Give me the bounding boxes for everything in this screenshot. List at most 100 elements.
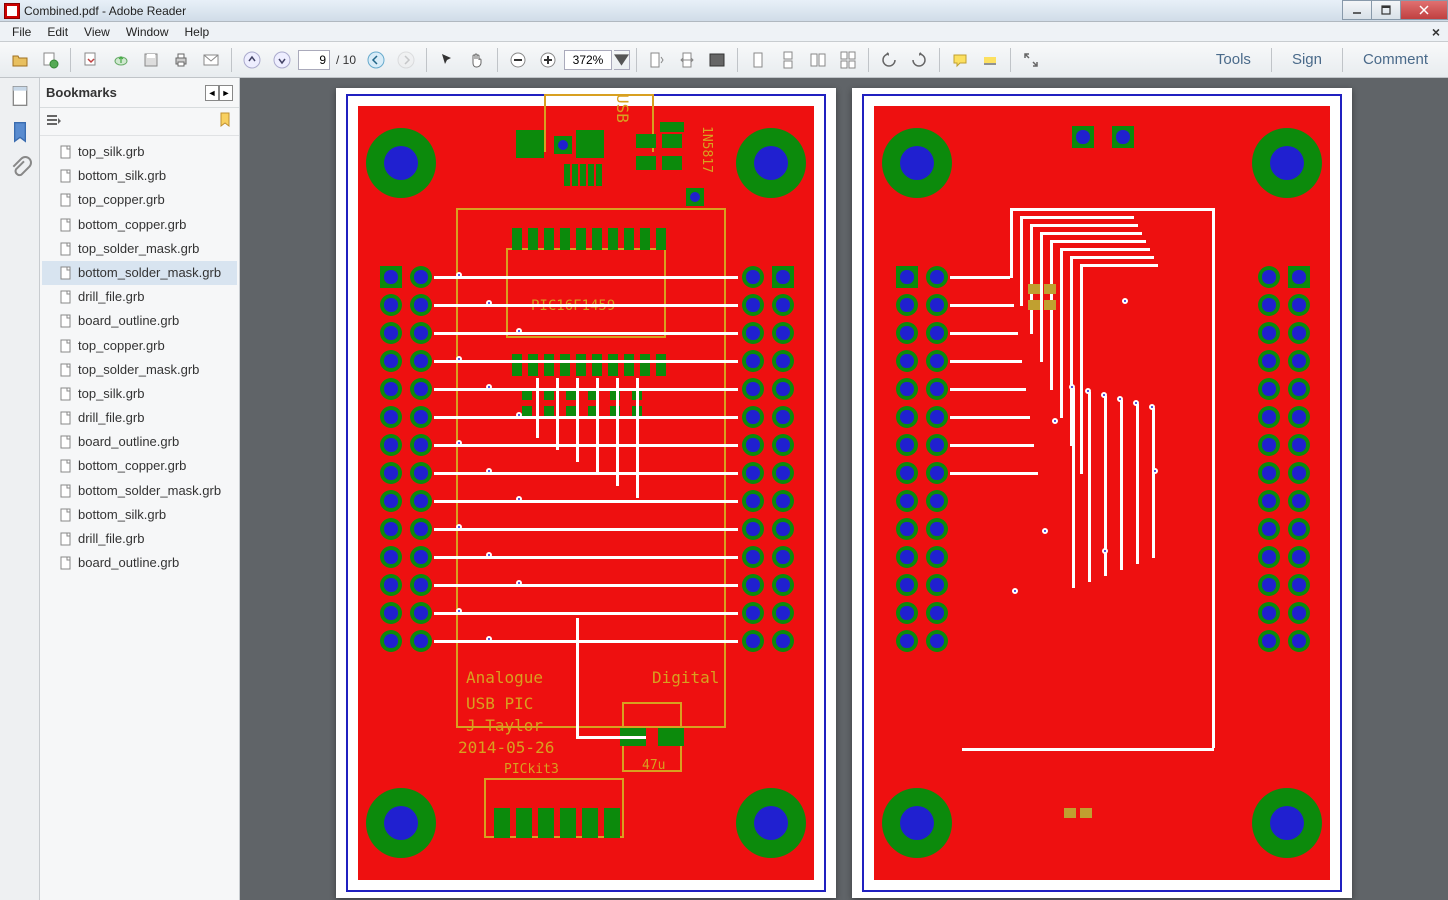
print-button[interactable] [167, 46, 195, 74]
bookmark-label: bottom_copper.grb [78, 457, 186, 475]
bookmark-item[interactable]: board_outline.grb [42, 551, 237, 575]
menu-help[interactable]: Help [177, 23, 218, 41]
bookmark-label: top_silk.grb [78, 385, 144, 403]
cloud-button[interactable] [107, 46, 135, 74]
bookmark-item[interactable]: top_silk.grb [42, 382, 237, 406]
sign-button[interactable]: Sign [1278, 47, 1336, 72]
bookmark-item[interactable]: bottom_solder_mask.grb [42, 479, 237, 503]
fit-page-button[interactable] [643, 46, 671, 74]
bookmark-label: top_silk.grb [78, 143, 144, 161]
read-mode-button[interactable] [1017, 46, 1045, 74]
rotate-ccw-button[interactable] [875, 46, 903, 74]
bookmark-label: drill_file.grb [78, 530, 144, 548]
menu-file[interactable]: File [4, 23, 39, 41]
bookmark-item[interactable]: drill_file.grb [42, 527, 237, 551]
bookmark-label: bottom_solder_mask.grb [78, 482, 221, 500]
menu-edit[interactable]: Edit [39, 23, 76, 41]
nav-back-button[interactable] [362, 46, 390, 74]
bookmark-label: top_solder_mask.grb [78, 361, 199, 379]
bookmark-item[interactable]: top_solder_mask.grb [42, 237, 237, 261]
menu-window[interactable]: Window [118, 23, 177, 41]
bookmarks-prev-button[interactable]: ◄ [205, 85, 219, 101]
bookmarks-toolbar [40, 108, 239, 136]
prev-page-button[interactable] [238, 46, 266, 74]
select-tool-button[interactable] [433, 46, 461, 74]
bookmark-item[interactable]: bottom_solder_mask.grb [42, 261, 237, 285]
sticky-note-button[interactable] [946, 46, 974, 74]
hand-tool-button[interactable] [463, 46, 491, 74]
maximize-button[interactable] [1371, 0, 1401, 20]
bookmark-item[interactable]: bottom_silk.grb [42, 164, 237, 188]
bookmark-label: bottom_copper.grb [78, 216, 186, 234]
zoom-dropdown-button[interactable] [614, 50, 630, 70]
bookmark-label: bottom_silk.grb [78, 506, 166, 524]
silk-pickit: PICkit3 [504, 762, 559, 777]
close-button[interactable] [1400, 0, 1448, 20]
open-button[interactable] [6, 46, 34, 74]
zoom-input[interactable] [564, 50, 612, 70]
single-page-button[interactable] [744, 46, 772, 74]
bookmark-item[interactable]: drill_file.grb [42, 285, 237, 309]
window-controls [1343, 0, 1448, 21]
silk-diode: 1N5817 [699, 126, 714, 173]
attachments-icon[interactable] [8, 156, 32, 180]
create-pdf-button[interactable] [36, 46, 64, 74]
menubar: File Edit View Window Help × [0, 22, 1448, 42]
bookmarks-options-button[interactable] [46, 112, 62, 131]
comment-button[interactable]: Comment [1349, 47, 1442, 72]
silk-analogue: Analogue [466, 668, 543, 687]
bookmarks-list[interactable]: top_silk.grb bottom_silk.grb top_copper.gr… [40, 136, 239, 900]
bookmark-label: drill_file.grb [78, 288, 144, 306]
fit-width-button[interactable] [673, 46, 701, 74]
bookmarks-icon[interactable] [8, 120, 32, 144]
pdf-page-9: USB 1N5817 PIC16F1459 [336, 88, 836, 898]
save-button[interactable] [77, 46, 105, 74]
bookmark-item[interactable]: bottom_copper.grb [42, 213, 237, 237]
save-as-button[interactable] [137, 46, 165, 74]
scrolling-button[interactable] [774, 46, 802, 74]
titlebar: Combined.pdf - Adobe Reader [0, 0, 1448, 22]
rotate-cw-button[interactable] [905, 46, 933, 74]
bookmark-item[interactable]: bottom_silk.grb [42, 503, 237, 527]
bookmarks-title: Bookmarks [46, 85, 205, 100]
bookmark-item[interactable]: top_solder_mask.grb [42, 358, 237, 382]
zoom-out-button[interactable] [504, 46, 532, 74]
new-bookmark-button[interactable] [217, 112, 233, 131]
highlight-button[interactable] [976, 46, 1004, 74]
email-button[interactable] [197, 46, 225, 74]
next-page-button[interactable] [268, 46, 296, 74]
silk-title: USB PIC [466, 694, 533, 713]
silk-author: J Taylor [466, 716, 543, 735]
menu-view[interactable]: View [76, 23, 118, 41]
bookmarks-header: Bookmarks ◄ ► [40, 78, 239, 108]
zoom-in-button[interactable] [534, 46, 562, 74]
tools-button[interactable]: Tools [1202, 47, 1265, 72]
bookmark-label: top_copper.grb [78, 337, 165, 355]
bookmark-item[interactable]: board_outline.grb [42, 430, 237, 454]
pdf-page-10 [852, 88, 1352, 898]
bookmark-label: board_outline.grb [78, 312, 179, 330]
document-viewport[interactable]: USB 1N5817 PIC16F1459 [240, 78, 1448, 900]
bookmark-label: board_outline.grb [78, 433, 179, 451]
page-thumbnails-icon[interactable] [8, 84, 32, 108]
page-number-input[interactable] [298, 50, 330, 70]
bookmark-item[interactable]: drill_file.grb [42, 406, 237, 430]
minimize-button[interactable] [1342, 0, 1372, 20]
bookmark-item[interactable]: top_copper.grb [42, 334, 237, 358]
bookmark-item[interactable]: board_outline.grb [42, 309, 237, 333]
nav-strip [0, 78, 40, 900]
silk-digital: Digital [652, 668, 719, 687]
bookmark-label: bottom_solder_mask.grb [78, 264, 221, 282]
bookmark-label: top_copper.grb [78, 191, 165, 209]
doc-close-button[interactable]: × [1432, 24, 1440, 40]
toolbar: / 10 Tools Sign Comment [0, 42, 1448, 78]
bookmark-item[interactable]: top_silk.grb [42, 140, 237, 164]
two-page-button[interactable] [804, 46, 832, 74]
nav-forward-button[interactable] [392, 46, 420, 74]
two-page-scrolling-button[interactable] [834, 46, 862, 74]
bookmark-item[interactable]: bottom_copper.grb [42, 454, 237, 478]
bookmark-item[interactable]: top_copper.grb [42, 188, 237, 212]
full-screen-button[interactable] [703, 46, 731, 74]
silk-date: 2014-05-26 [458, 738, 554, 757]
bookmarks-next-button[interactable]: ► [219, 85, 233, 101]
